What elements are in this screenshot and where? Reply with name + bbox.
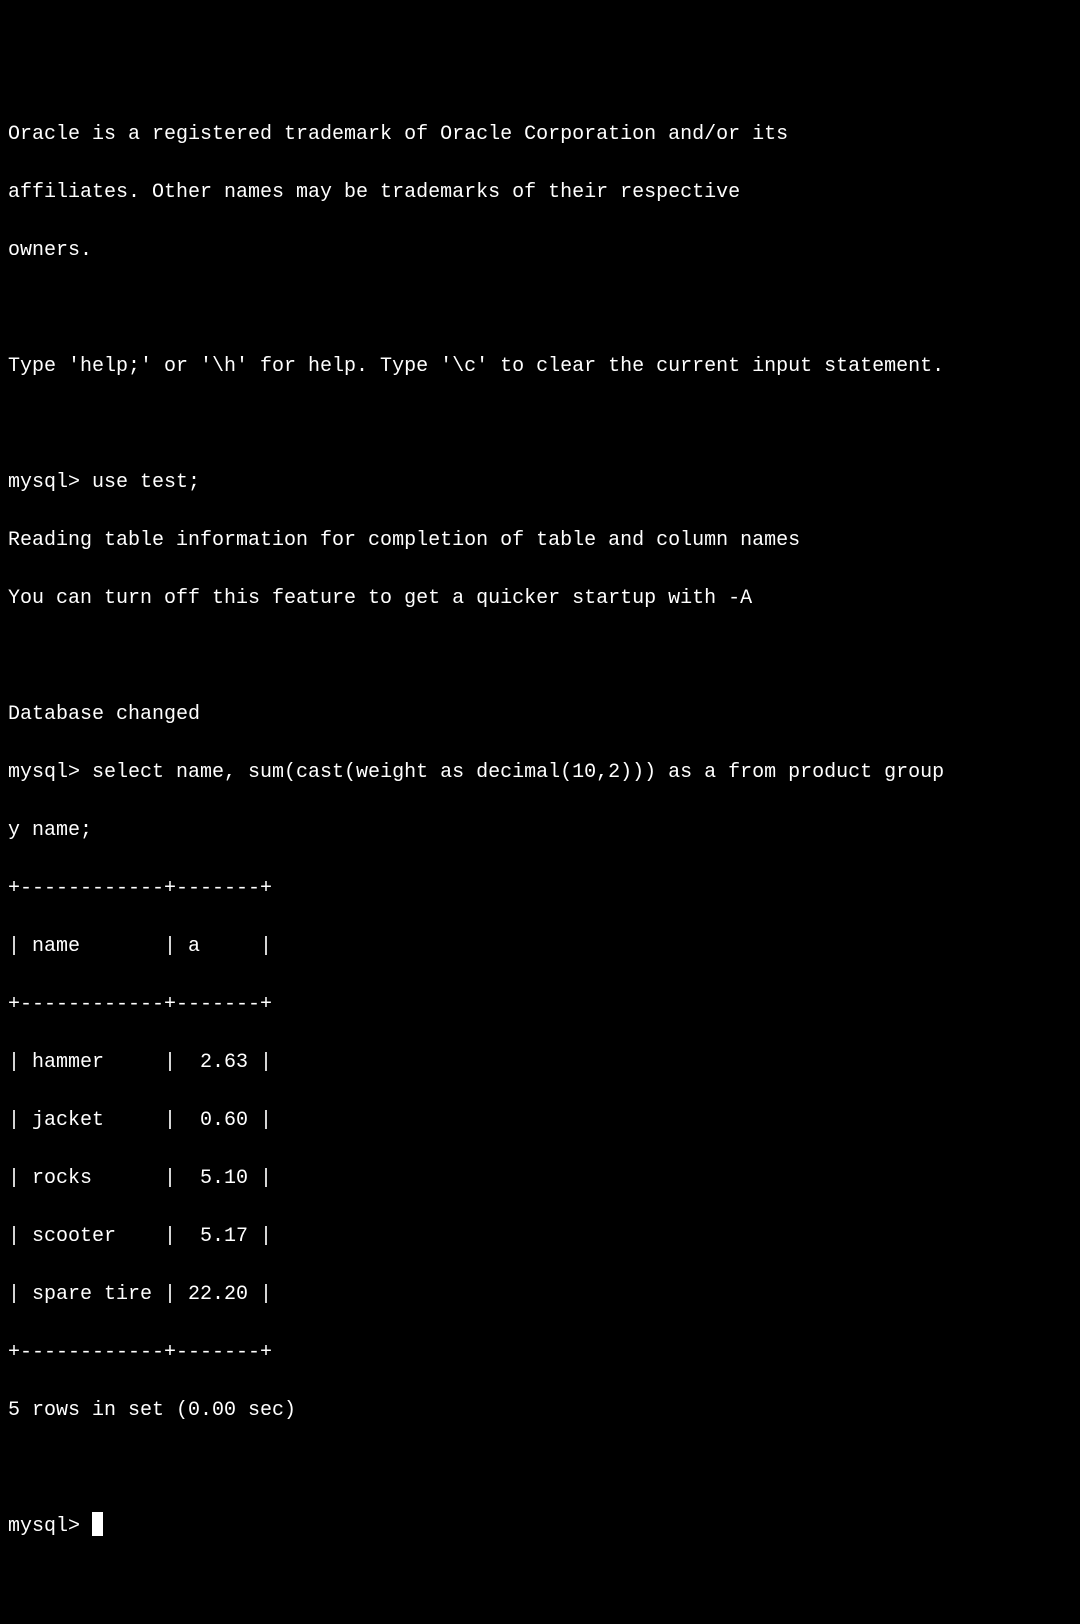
mysql-prompt: mysql>: [8, 471, 92, 494]
reading-info-2: You can turn off this feature to get a q…: [8, 584, 1072, 613]
table-border-top: +------------+-------+: [8, 874, 1072, 903]
blank-line: [8, 294, 1072, 323]
command-text: use test;: [92, 471, 200, 494]
mysql-prompt: mysql>: [8, 1515, 92, 1538]
table-row: | spare tire | 22.20 |: [8, 1280, 1072, 1309]
db-changed: Database changed: [8, 700, 1072, 729]
trademark-line-2: affiliates. Other names may be trademark…: [8, 178, 1072, 207]
command-use-test: mysql> use test;: [8, 468, 1072, 497]
command-select-1: mysql> select name, sum(cast(weight as d…: [8, 758, 1072, 787]
blank-line: [8, 1454, 1072, 1483]
blank-line: [8, 410, 1072, 439]
trademark-line-1: Oracle is a registered trademark of Orac…: [8, 120, 1072, 149]
table-row: | hammer | 2.63 |: [8, 1048, 1072, 1077]
table-row: | rocks | 5.10 |: [8, 1164, 1072, 1193]
table-border-mid: +------------+-------+: [8, 990, 1072, 1019]
command-select-2: y name;: [8, 816, 1072, 845]
table-row: | scooter | 5.17 |: [8, 1222, 1072, 1251]
blank-line: [8, 642, 1072, 671]
active-prompt-line[interactable]: mysql>: [8, 1512, 1072, 1541]
table-border-bottom: +------------+-------+: [8, 1338, 1072, 1367]
help-line: Type 'help;' or '\h' for help. Type '\c'…: [8, 352, 1072, 381]
trademark-line-3: owners.: [8, 236, 1072, 265]
command-text: select name, sum(cast(weight as decimal(…: [92, 761, 944, 784]
reading-info-1: Reading table information for completion…: [8, 526, 1072, 555]
table-row: | jacket | 0.60 |: [8, 1106, 1072, 1135]
mysql-prompt: mysql>: [8, 761, 92, 784]
table-header: | name | a |: [8, 932, 1072, 961]
cursor-icon: [92, 1512, 103, 1536]
result-footer: 5 rows in set (0.00 sec): [8, 1396, 1072, 1425]
